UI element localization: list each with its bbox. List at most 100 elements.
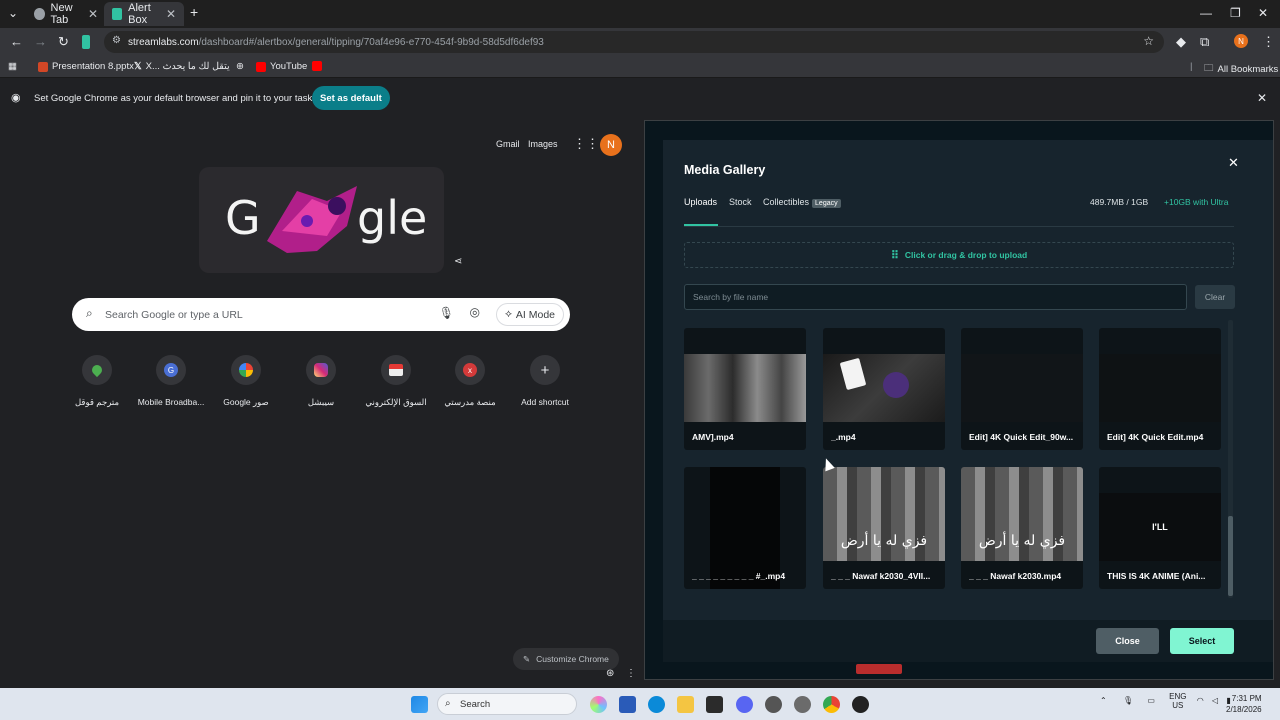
new-tab-page: Gmail Images ⋮⋮ N G gle ⋖ ⌕ Search Googl… — [0, 118, 640, 686]
apps-grid-icon[interactable]: ▦ — [8, 61, 17, 72]
bookmark-youtube-2[interactable] — [312, 61, 326, 71]
extensions-icon[interactable]: ⧉ — [1200, 34, 1209, 50]
app-icon[interactable] — [852, 696, 869, 713]
tab-search-icon[interactable]: ⌄ — [8, 6, 18, 20]
site-info-icon[interactable]: ⚙ — [112, 35, 121, 46]
clear-button[interactable]: Clear — [1195, 285, 1235, 309]
media-item[interactable]: فزي له يا أرض _ _ _ Nawaf k2030_4VII... — [823, 467, 945, 589]
back-icon[interactable]: ← — [10, 34, 23, 49]
bookmark-x[interactable]: 𝕏 X... يتقل لك ما يحدث — [134, 61, 230, 72]
chrome-taskbar-icon[interactable] — [823, 696, 840, 713]
file-search-placeholder: Search by file name — [693, 292, 769, 302]
legacy-badge: Legacy — [812, 199, 841, 208]
maximize-icon[interactable]: ❐ — [1230, 6, 1241, 20]
media-item[interactable]: AMV].mp4 — [684, 328, 806, 450]
microphone-icon[interactable]: 🎙 — [1123, 696, 1133, 705]
shortcut-translate[interactable]: مترجم قوقل — [60, 355, 134, 408]
windows-start-icon[interactable] — [411, 696, 428, 713]
video-thumbnail — [823, 354, 945, 422]
profile-avatar[interactable]: N — [1234, 34, 1248, 48]
tab-alert-box[interactable]: Alert Box ✕ — [104, 2, 184, 26]
google-search-box[interactable]: ⌕ Search Google or type a URL 🎙 ◎ ⟡ AI M… — [72, 298, 570, 331]
shortcut-add[interactable]: + Add shortcut — [508, 355, 582, 407]
extension-diamond-icon[interactable]: ◆ — [1176, 34, 1186, 50]
new-tab-plus-icon[interactable]: + — [190, 4, 198, 20]
ai-mode-button[interactable]: ⟡ AI Mode — [495, 303, 564, 326]
copilot-icon[interactable] — [590, 696, 607, 713]
network-icon[interactable]: ▭ — [1147, 696, 1155, 705]
tab-collectibles[interactable]: Collectibles Legacy — [763, 197, 841, 208]
epic-games-icon[interactable] — [706, 696, 723, 713]
store-icon — [381, 355, 411, 385]
media-item[interactable]: I'LL THIS IS 4K ANIME (Ani... — [1099, 467, 1221, 589]
google-icon — [231, 355, 261, 385]
bookmark-globe[interactable]: ⊕ — [236, 61, 244, 72]
taskbar-search[interactable]: ⌕ Search — [437, 693, 577, 715]
shortcut-google-photos[interactable]: Google صور — [209, 355, 283, 408]
edge-icon[interactable] — [648, 696, 665, 713]
all-bookmarks[interactable]: 🗀 All Bookmarks — [1204, 61, 1278, 77]
media-item[interactable]: Edit] 4K Quick Edit.mp4 — [1099, 328, 1221, 450]
wifi-icon[interactable]: ◠ — [1197, 696, 1204, 705]
close-tab-icon[interactable]: ✕ — [166, 7, 176, 21]
customize-chrome-button[interactable]: ✎ Customize Chrome — [513, 648, 619, 670]
speaker-icon[interactable]: ◁ — [1212, 696, 1218, 705]
infobar-close-icon[interactable]: ✕ — [1257, 91, 1267, 105]
thumbnail-caption: فزي له يا أرض — [978, 533, 1066, 549]
google-apps-icon[interactable]: ⋮⋮ — [573, 136, 599, 152]
forward-icon[interactable]: → — [34, 34, 47, 49]
bookmark-presentation[interactable]: Presentation 8.pptx — [38, 61, 134, 72]
media-item[interactable]: _ _ _ _ _ _ _ _ _ #_.mp4 — [684, 467, 806, 589]
store-app-icon[interactable] — [619, 696, 636, 713]
address-toolbar: ← → ↻ ⚙ streamlabs.com/dashboard#/alertb… — [0, 28, 1280, 56]
microphone-icon[interactable]: 🎙 — [439, 306, 454, 320]
chrome-extension-icon[interactable]: ⊛ — [606, 668, 614, 679]
tab-strip: ⌄ New Tab ✕ Alert Box ✕ + — ❐ ✕ — [0, 0, 1280, 28]
file-explorer-icon[interactable] — [677, 696, 694, 713]
select-button[interactable]: Select — [1170, 628, 1234, 654]
google-doodle[interactable]: G gle — [199, 167, 444, 273]
close-window-icon[interactable]: ✕ — [1258, 6, 1268, 20]
media-filename: _ _ _ Nawaf k2030_4VII... — [831, 571, 931, 581]
chevron-up-icon[interactable]: ⌃ — [1100, 696, 1107, 705]
language-indicator[interactable]: ENG US — [1169, 692, 1186, 710]
gmail-link[interactable]: Gmail — [496, 139, 520, 149]
shortcut-snapchat[interactable]: سيبشل — [284, 355, 358, 408]
menu-kebab-icon[interactable]: ⋮ — [1262, 34, 1275, 50]
discord-icon[interactable] — [736, 696, 753, 713]
media-item[interactable]: Edit] 4K Quick Edit_90w... — [961, 328, 1083, 450]
share-doodle-icon[interactable]: ⋖ — [454, 256, 462, 267]
set-default-button[interactable]: Set as default — [312, 86, 390, 110]
tabs-divider — [684, 226, 1234, 227]
tab-uploads[interactable]: Uploads — [684, 197, 717, 207]
images-link[interactable]: Images — [528, 139, 558, 149]
modal-close-icon[interactable]: ✕ — [1228, 155, 1239, 171]
side-panel-icon[interactable] — [82, 35, 90, 49]
shortcut-online-market[interactable]: السوق الإلكتروني — [359, 355, 433, 408]
reload-icon[interactable]: ↻ — [58, 34, 69, 50]
close-tab-icon[interactable]: ✕ — [88, 7, 98, 21]
plus-icon: + — [530, 355, 560, 385]
settings-gear-icon[interactable] — [765, 696, 782, 713]
search-icon: ⌕ — [86, 306, 93, 320]
media-item[interactable]: _.mp4 — [823, 328, 945, 450]
more-menu-icon[interactable]: ⋮ — [626, 668, 636, 679]
ultra-upgrade-link[interactable]: +10GB with Ultra — [1164, 197, 1229, 207]
taskbar-clock[interactable]: 7:31 PM 2/18/2026 — [1226, 693, 1262, 715]
upload-dropzone[interactable]: ⠿ Click or drag & drop to upload — [684, 242, 1234, 268]
settings-icon[interactable] — [794, 696, 811, 713]
media-item[interactable]: فزي له يا أرض _ _ _ Nawaf k2030.mp4 — [961, 467, 1083, 589]
close-button[interactable]: Close — [1096, 628, 1159, 654]
tab-stock[interactable]: Stock — [729, 197, 752, 207]
file-search-input[interactable]: Search by file name — [684, 284, 1187, 310]
tab-new-tab[interactable]: New Tab ✕ — [26, 2, 106, 26]
shortcut-mobile-broadband[interactable]: G Mobile Broadba... — [134, 355, 208, 407]
minimize-icon[interactable]: — — [1200, 6, 1212, 20]
ntp-profile-avatar[interactable]: N — [600, 134, 622, 156]
bookmark-youtube[interactable]: YouTube — [256, 61, 307, 72]
shortcut-madrasati[interactable]: x منصة مدرستي — [433, 355, 507, 408]
lens-camera-icon[interactable]: ◎ — [470, 305, 480, 319]
bookmark-star-icon[interactable]: ☆ — [1143, 34, 1154, 48]
address-bar[interactable]: ⚙ streamlabs.com/dashboard#/alertbox/gen… — [104, 31, 1164, 53]
gallery-scrollbar-thumb[interactable] — [1228, 516, 1233, 596]
